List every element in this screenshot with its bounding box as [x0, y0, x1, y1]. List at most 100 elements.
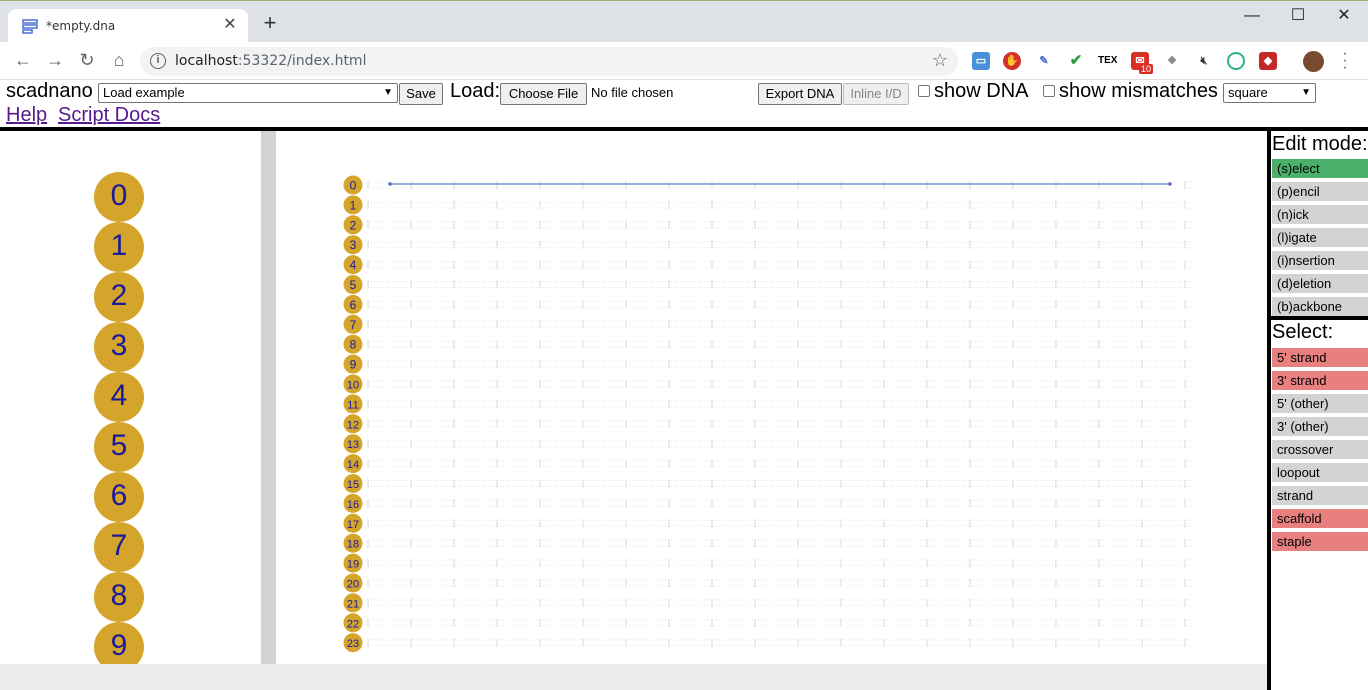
close-tab-icon[interactable]: ✕	[220, 15, 240, 35]
side-view[interactable]: 0123456789	[0, 131, 261, 664]
show-mismatches-label: show mismatches	[1059, 80, 1218, 102]
window-close-icon[interactable]: ✕	[1334, 7, 1354, 27]
edit-mode-button[interactable]: (d)eletion	[1272, 274, 1368, 293]
strand-end[interactable]	[388, 182, 392, 186]
extension-circle-icon[interactable]	[1227, 52, 1245, 70]
menu-icon[interactable]: · · ·	[1340, 46, 1350, 76]
extension-stop-icon[interactable]: ✋	[1003, 52, 1021, 70]
edit-mode-button[interactable]: (b)ackbone	[1272, 297, 1368, 316]
helix-row[interactable]: 15	[343, 474, 1193, 493]
helix-row[interactable]: 17	[343, 513, 1193, 533]
helix-row[interactable]: 21	[343, 593, 1193, 613]
select-filter-button[interactable]: crossover	[1272, 440, 1368, 459]
extension-dropbox-icon[interactable]: ❖	[1163, 52, 1181, 70]
helix-row[interactable]: 19	[343, 553, 1193, 573]
extension-tex-icon[interactable]: TEX	[1098, 52, 1117, 70]
show-mismatches-checkbox[interactable]	[1043, 85, 1055, 97]
extension-puzzle-icon[interactable]: ◆	[1259, 52, 1277, 70]
edit-mode-button[interactable]: (n)ick	[1272, 205, 1368, 224]
side-helix-4[interactable]: 4	[94, 372, 144, 422]
helix-row[interactable]: 3	[343, 235, 1193, 255]
helix-row[interactable]: 7	[343, 314, 1193, 334]
select-filter-button[interactable]: staple	[1272, 532, 1368, 551]
helix-row[interactable]: 11	[343, 394, 1193, 414]
helix-row[interactable]: 4	[343, 255, 1193, 275]
edit-mode-button[interactable]: (p)encil	[1272, 182, 1368, 201]
back-icon[interactable]: ←	[12, 50, 34, 72]
info-icon[interactable]: i	[150, 53, 166, 69]
reload-icon[interactable]: ↻	[76, 50, 98, 72]
main-view[interactable]: 0 1 2 3 4 5 6 7 8 9 10 11 12 13 14 15 16 17 18 19 20 21 22 23	[276, 131, 1267, 664]
side-helix-3[interactable]: 3	[94, 322, 144, 372]
load-example-select[interactable]: Load example ▼	[98, 83, 398, 103]
helix-row[interactable]: 10	[343, 374, 1193, 394]
help-link[interactable]: Help	[6, 104, 47, 127]
minimize-icon[interactable]: —	[1242, 7, 1262, 27]
side-helix-7[interactable]: 7	[94, 522, 144, 572]
new-tab-icon[interactable]: +	[258, 12, 282, 36]
grid-shape-select[interactable]: square ▼	[1223, 83, 1316, 103]
side-helix-5[interactable]: 5	[94, 422, 144, 472]
helix-row[interactable]: 18	[343, 533, 1193, 553]
bookmark-star-icon[interactable]: ☆	[932, 50, 948, 71]
select-filter-button[interactable]: strand	[1272, 486, 1368, 505]
edit-mode-button[interactable]: (i)nsertion	[1272, 251, 1368, 270]
helix-row[interactable]: 2	[343, 215, 1193, 235]
helix-label: 10	[347, 380, 359, 392]
bottom-scrollbar[interactable]	[0, 664, 1267, 690]
helix-row[interactable]: 0	[343, 175, 1193, 195]
maximize-icon[interactable]: ☐	[1288, 7, 1308, 27]
helix-row[interactable]: 13	[343, 434, 1193, 454]
extension-pen-icon[interactable]: ✎	[1035, 52, 1053, 70]
helix-row[interactable]: 22	[343, 613, 1193, 633]
helix-row[interactable]: 6	[343, 294, 1193, 314]
side-helix-9[interactable]: 9	[94, 622, 144, 664]
helix-label: 12	[347, 419, 359, 431]
home-icon[interactable]: ⌂	[108, 50, 130, 72]
script-docs-link[interactable]: Script Docs	[58, 104, 160, 127]
side-helix-1[interactable]: 1	[94, 222, 144, 272]
export-dna-button[interactable]: Export DNA	[758, 83, 842, 105]
select-filter-button[interactable]: scaffold	[1272, 509, 1368, 528]
save-button[interactable]: Save	[399, 83, 443, 105]
side-helix-6[interactable]: 6	[94, 472, 144, 522]
side-helix-8[interactable]: 8	[94, 572, 144, 622]
extension-chat-icon[interactable]: ▭	[972, 52, 990, 70]
helix-row[interactable]: 20	[343, 573, 1193, 593]
helix-grid-canvas[interactable]: 01234567891011121314151617181920212223	[276, 131, 1267, 664]
helix-row[interactable]: 9	[343, 354, 1193, 374]
helix-label: 13	[347, 439, 359, 451]
helix-row[interactable]: 14	[343, 454, 1193, 474]
forward-icon[interactable]: →	[44, 50, 66, 72]
select-filter-button[interactable]: 3' (other)	[1272, 417, 1368, 436]
browser-tab[interactable]: *empty.dna ✕	[8, 9, 248, 43]
helix-row[interactable]: 23	[343, 633, 1193, 653]
mute-icon[interactable]: 🔇︎	[1195, 52, 1213, 70]
helix-row[interactable]: 5	[343, 275, 1193, 294]
helix-label: 17	[347, 519, 359, 531]
helix-row[interactable]: 1	[343, 195, 1193, 215]
avatar[interactable]	[1303, 51, 1324, 72]
extension-check-icon[interactable]: ✔	[1067, 52, 1085, 70]
edit-mode-button[interactable]: (s)elect	[1272, 159, 1368, 178]
helix-row[interactable]: 12	[343, 414, 1193, 434]
side-helix-2[interactable]: 2	[94, 272, 144, 322]
helix-row[interactable]: 8	[343, 334, 1193, 354]
helix-label: 3	[350, 238, 357, 252]
select-filter-button[interactable]: 5' strand	[1272, 348, 1368, 367]
view-divider-handle[interactable]	[261, 131, 276, 664]
side-helix-0[interactable]: 0	[94, 172, 144, 222]
edit-mode-button[interactable]: (l)igate	[1272, 228, 1368, 247]
helix-label: 2	[350, 218, 357, 232]
mail-badge: 10	[1139, 64, 1154, 74]
choose-file-button[interactable]: Choose File	[500, 83, 587, 105]
select-filter-button[interactable]: 5' (other)	[1272, 394, 1368, 413]
strand-end[interactable]	[1168, 182, 1172, 186]
address-bar[interactable]: i localhost:53322/index.html ☆	[140, 47, 958, 76]
select-filter-button[interactable]: 3' strand	[1272, 371, 1368, 390]
inline-id-button[interactable]: Inline I/D	[843, 83, 909, 105]
helix-label: 4	[350, 258, 357, 272]
show-dna-checkbox[interactable]	[918, 85, 930, 97]
select-filter-button[interactable]: loopout	[1272, 463, 1368, 482]
helix-row[interactable]: 16	[343, 493, 1193, 513]
